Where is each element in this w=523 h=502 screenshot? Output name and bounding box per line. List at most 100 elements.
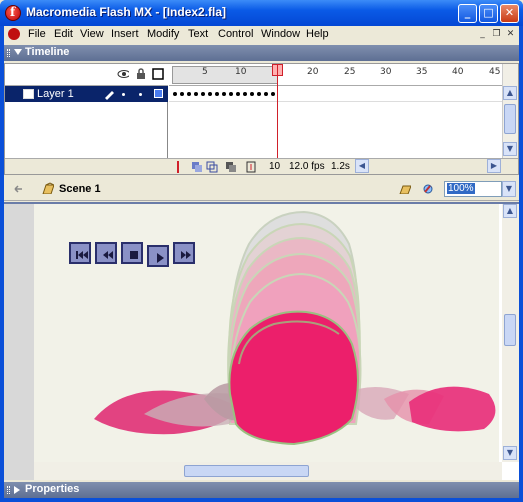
ruler-label: 35 bbox=[416, 67, 428, 77]
scroll-down-button[interactable]: ▼ bbox=[503, 142, 517, 156]
layer-icon bbox=[23, 89, 34, 99]
menu-window[interactable]: Window bbox=[261, 28, 300, 40]
timeline-scroll-right-button[interactable]: ▶ bbox=[487, 159, 501, 173]
timeline-panel-header[interactable]: Timeline bbox=[4, 45, 519, 61]
timeline-scroll-left-button[interactable]: ◀ bbox=[355, 159, 369, 173]
visibility-dot[interactable] bbox=[122, 93, 125, 96]
edit-multiple-frames-icon[interactable] bbox=[225, 161, 237, 173]
outline-icon[interactable] bbox=[152, 68, 164, 80]
scroll-up-button[interactable]: ▲ bbox=[503, 86, 517, 100]
frame-ruler[interactable]: 5 10 15 20 25 30 35 40 45 5 10 15 bbox=[169, 64, 502, 86]
menu-file[interactable]: File bbox=[28, 28, 46, 40]
stage-gutter bbox=[4, 204, 34, 480]
ruler-label: 20 bbox=[307, 67, 319, 77]
menu-insert[interactable]: Insert bbox=[111, 28, 139, 40]
keyframe[interactable] bbox=[250, 92, 254, 96]
stage-scroll-down-button[interactable]: ▼ bbox=[503, 446, 517, 460]
onion-skin-outlines-icon[interactable] bbox=[206, 161, 218, 173]
stage-area: ▲ ▼ bbox=[4, 202, 519, 480]
window-title: Macromedia Flash MX - [Index2.fla] bbox=[26, 5, 227, 19]
back-arrow-icon[interactable] bbox=[12, 183, 24, 195]
menu-help[interactable]: Help bbox=[306, 28, 329, 40]
ruler-label: 40 bbox=[452, 67, 464, 77]
layer-row[interactable]: Layer 1 bbox=[5, 86, 168, 102]
stage-scroll-up-button[interactable]: ▲ bbox=[503, 204, 517, 218]
current-frame-field: 10 bbox=[269, 161, 281, 172]
keyframe[interactable] bbox=[222, 92, 226, 96]
document-icon[interactable] bbox=[8, 28, 20, 40]
doc-restore-button[interactable]: ❐ bbox=[490, 28, 503, 40]
ruler-label: 30 bbox=[380, 67, 392, 77]
keyframe[interactable] bbox=[194, 92, 198, 96]
menu-bar: File Edit View Insert Modify Text Contro… bbox=[4, 26, 519, 43]
keyframe[interactable] bbox=[257, 92, 261, 96]
edit-bar: Scene 1 100% ▼ bbox=[4, 177, 519, 201]
scene-name[interactable]: Scene 1 bbox=[59, 183, 101, 195]
keyframe[interactable] bbox=[180, 92, 184, 96]
close-button[interactable]: ✕ bbox=[500, 4, 519, 23]
modify-onion-markers-icon[interactable] bbox=[245, 161, 257, 173]
keyframe[interactable] bbox=[264, 92, 268, 96]
flash-app-icon[interactable] bbox=[5, 5, 21, 21]
stage-horizontal-scrollbar[interactable] bbox=[34, 462, 502, 480]
ruler-label: 5 bbox=[202, 67, 208, 77]
timeline-title: Timeline bbox=[25, 46, 70, 58]
keyframe[interactable] bbox=[201, 92, 205, 96]
maximize-button[interactable]: □ bbox=[479, 4, 498, 23]
keyframe[interactable] bbox=[208, 92, 212, 96]
timeline-scroll-thumb[interactable] bbox=[504, 104, 516, 134]
lock-dot[interactable] bbox=[139, 93, 142, 96]
collapse-triangle-icon[interactable] bbox=[14, 49, 22, 55]
frame-row-layer-1[interactable] bbox=[169, 86, 502, 102]
keyframe[interactable] bbox=[243, 92, 247, 96]
keyframe[interactable] bbox=[236, 92, 240, 96]
stage-canvas[interactable] bbox=[34, 204, 499, 462]
menu-modify[interactable]: Modify bbox=[147, 28, 179, 40]
edit-symbols-icon[interactable] bbox=[422, 182, 434, 194]
menu-edit[interactable]: Edit bbox=[54, 28, 73, 40]
keyframe[interactable] bbox=[229, 92, 233, 96]
ruler-label: 25 bbox=[344, 67, 356, 77]
menu-text[interactable]: Text bbox=[188, 28, 208, 40]
expand-triangle-icon[interactable] bbox=[14, 486, 20, 494]
onion-skin-animation[interactable] bbox=[34, 204, 499, 462]
app-window: Macromedia Flash MX - [Index2.fla] _ □ ✕… bbox=[0, 0, 523, 502]
properties-title: Properties bbox=[25, 483, 80, 495]
timeline-status-bar: 10 12.0 fps 1.2s ◀ ▶ bbox=[5, 158, 518, 174]
panel-grip[interactable] bbox=[7, 486, 10, 494]
zoom-dropdown-button[interactable]: ▼ bbox=[502, 181, 516, 197]
eye-icon[interactable] bbox=[117, 69, 129, 81]
keyframe[interactable] bbox=[173, 92, 177, 96]
client-area: File Edit View Insert Modify Text Contro… bbox=[4, 26, 519, 498]
outline-color-swatch[interactable] bbox=[154, 89, 163, 98]
properties-panel-header[interactable]: Properties bbox=[4, 482, 519, 498]
panel-grip[interactable] bbox=[7, 49, 10, 57]
ruler-label: 45 bbox=[489, 67, 501, 77]
scene-icon bbox=[42, 182, 54, 194]
timeline-panel: Layer 1 + 5 10 15 20 25 bbox=[4, 63, 519, 175]
center-frame-icon[interactable] bbox=[173, 161, 185, 173]
edit-scene-icon[interactable] bbox=[399, 182, 411, 194]
layer-name[interactable]: Layer 1 bbox=[37, 88, 74, 100]
keyframe[interactable] bbox=[187, 92, 191, 96]
frame-rate-field[interactable]: 12.0 fps bbox=[289, 161, 325, 172]
minimize-button[interactable]: _ bbox=[458, 4, 477, 23]
stage-h-scroll-thumb[interactable] bbox=[184, 465, 309, 477]
menu-view[interactable]: View bbox=[80, 28, 104, 40]
menu-control[interactable]: Control bbox=[218, 28, 253, 40]
zoom-value[interactable]: 100% bbox=[447, 183, 475, 194]
pencil-icon bbox=[105, 91, 114, 100]
doc-minimize-button[interactable]: _ bbox=[476, 28, 489, 40]
doc-close-button[interactable]: ✕ bbox=[504, 28, 517, 40]
stage-v-scroll-thumb[interactable] bbox=[504, 314, 516, 346]
ruler-label: 10 bbox=[235, 67, 247, 77]
onion-skin-icon[interactable] bbox=[191, 161, 203, 173]
keyframe[interactable] bbox=[271, 92, 275, 96]
keyframe[interactable] bbox=[215, 92, 219, 96]
onion-skin-range[interactable] bbox=[172, 66, 278, 84]
title-bar[interactable]: Macromedia Flash MX - [Index2.fla] _ □ ✕ bbox=[0, 0, 523, 26]
layer-header bbox=[5, 64, 168, 86]
zoom-field[interactable]: 100% bbox=[444, 181, 502, 197]
stage-vertical-scrollbar[interactable]: ▲ ▼ bbox=[502, 204, 519, 462]
lock-icon[interactable] bbox=[136, 68, 148, 80]
